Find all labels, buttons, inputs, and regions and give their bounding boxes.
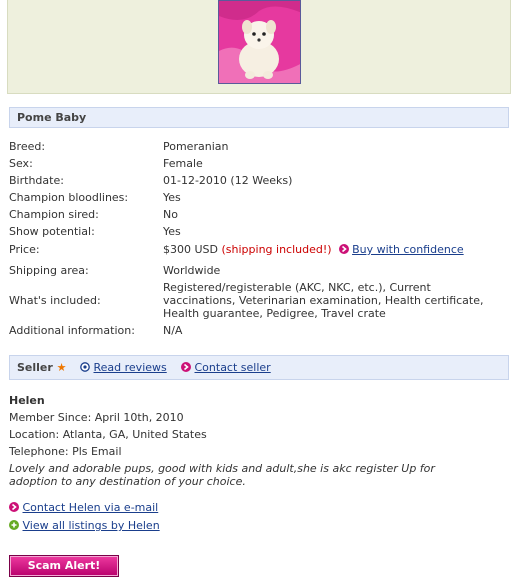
detail-value: Worldwide — [163, 264, 221, 277]
scam-alert-button[interactable]: Scam Alert! — [9, 555, 119, 577]
detail-value: 01-12-2010 (12 Weeks) — [163, 174, 293, 187]
detail-label: Champion sired: — [9, 208, 99, 221]
contact-via-email-link[interactable]: Contact Helen via e-mail — [23, 501, 159, 514]
star-icon: ★ — [56, 361, 67, 374]
circle-dot-icon — [80, 362, 90, 372]
detail-row-whats-included: What's included: Registered/registerable… — [9, 281, 504, 323]
buy-with-confidence-link[interactable]: Buy with confidence — [352, 243, 464, 256]
arrow-bullet-icon — [338, 244, 349, 254]
detail-label: Birthdate: — [9, 174, 64, 187]
read-reviews-group: Read reviews — [80, 361, 167, 374]
photo-header — [7, 0, 511, 94]
contact-seller-link[interactable]: Contact seller — [195, 361, 271, 374]
seller-location: Location: Atlanta, GA, United States — [9, 428, 207, 441]
detail-value: Female — [163, 157, 203, 170]
detail-label: Additional information: — [9, 324, 135, 337]
listing-title-bar: Pome Baby — [9, 107, 509, 128]
price-amount: $300 USD — [163, 243, 218, 256]
read-reviews-link[interactable]: Read reviews — [94, 361, 167, 374]
detail-label: What's included: — [9, 294, 101, 307]
detail-value: No — [163, 208, 178, 221]
contact-seller-group: Contact seller — [181, 361, 271, 374]
listing-title: Pome Baby — [17, 111, 87, 124]
detail-label: Shipping area: — [9, 264, 89, 277]
seller-heading: Seller — [17, 361, 53, 374]
contact-email-group: Contact Helen via e-mail — [9, 501, 158, 514]
member-since: Member Since: April 10th, 2010 — [9, 411, 184, 424]
view-all-listings-link[interactable]: View all listings by Helen — [23, 519, 160, 532]
price-value: $300 USD (shipping included!) Buy with c… — [163, 243, 503, 256]
seller-telephone: Telephone: Pls Email — [9, 445, 122, 458]
seller-title: Seller ★ — [17, 361, 67, 374]
detail-label: Champion bloodlines: — [9, 191, 129, 204]
price-label: Price: — [9, 243, 40, 256]
seller-bar: Seller ★ Read reviews Contact seller — [9, 355, 509, 380]
detail-label: Show potential: — [9, 225, 95, 238]
view-listings-group: View all listings by Helen — [9, 519, 160, 532]
detail-value: Yes — [163, 191, 181, 204]
shipping-note: (shipping included!) — [221, 243, 332, 256]
seller-name: Helen — [9, 394, 45, 407]
puppy-photo[interactable] — [218, 0, 301, 84]
detail-value: N/A — [163, 324, 183, 337]
detail-value: Yes — [163, 225, 181, 238]
arrow-bullet-icon — [9, 502, 19, 512]
detail-label: Breed: — [9, 140, 46, 153]
detail-value: Registered/registerable (AKC, NKC, etc.)… — [163, 281, 484, 320]
seller-about: Lovely and adorable pups, good with kids… — [9, 462, 435, 488]
arrow-bullet-icon — [181, 362, 191, 372]
detail-value: Pomeranian — [163, 140, 229, 153]
plus-icon — [9, 520, 19, 530]
detail-label: Sex: — [9, 157, 33, 170]
